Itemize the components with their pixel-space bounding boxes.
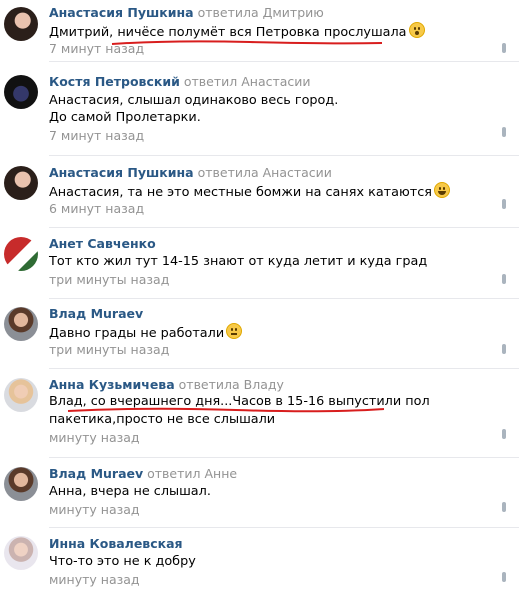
divider	[49, 298, 519, 299]
comment-author[interactable]: Анастасия Пушкина	[49, 165, 194, 180]
comment: Инна Ковалевская Что-то это не к добру м…	[0, 532, 519, 594]
reply-to[interactable]: ответил Анне	[147, 466, 237, 481]
comment-date[interactable]: 6 минут назад	[49, 201, 144, 217]
comment-date[interactable]: минуту назад	[49, 430, 140, 446]
avatar[interactable]	[4, 166, 38, 200]
comment-author[interactable]: Костя Петровский	[49, 74, 180, 89]
comment: Влад Muraev Давно грады не работали три …	[0, 302, 519, 369]
reply-to[interactable]: ответила Анастасии	[198, 165, 332, 180]
avatar[interactable]	[4, 467, 38, 501]
avatar[interactable]	[4, 378, 38, 412]
red-underline-annotation	[67, 407, 385, 413]
laughing-emoji-icon	[433, 182, 450, 198]
comment-date[interactable]: три минуты назад	[49, 272, 169, 288]
divider	[49, 155, 519, 156]
reply-to[interactable]: ответила Дмитрию	[198, 5, 324, 20]
avatar[interactable]	[4, 75, 38, 109]
comment-author[interactable]: Инна Ковалевская	[49, 536, 183, 551]
comment-text: Давно грады не работали	[49, 323, 511, 343]
divider	[49, 227, 519, 228]
reply-to[interactable]: ответила Владу	[179, 377, 284, 392]
avatar[interactable]	[4, 536, 38, 570]
comment-date[interactable]: минуту назад	[49, 502, 140, 518]
comment-author[interactable]: Влад Muraev	[49, 466, 143, 481]
avatar[interactable]	[4, 7, 38, 41]
rolling-eyes-emoji-icon	[226, 323, 243, 339]
comment-author[interactable]: Влад Muraev	[49, 306, 143, 321]
comment: Анастасия Пушкина ответила Дмитрию Дмитр…	[0, 0, 519, 62]
divider	[49, 527, 519, 528]
comment-date[interactable]: 7 минут назад	[49, 128, 144, 144]
comment-text: Анастасия, слышал одинаково весь город.	[49, 93, 339, 108]
comment: Влад Muraev ответил Анне Анна, вчера не …	[0, 462, 519, 528]
avatar[interactable]	[4, 237, 38, 271]
surprised-emoji-icon	[408, 22, 425, 38]
comment-author[interactable]: Анна Кузьмичева	[49, 377, 175, 392]
comment-text: До самой Пролетарки.	[49, 110, 201, 125]
comment-text: Анна, вчера не слышал.	[49, 484, 211, 499]
divider	[49, 368, 519, 369]
comment: Анет Савченко Тот кто жил тут 14-15 знаю…	[0, 232, 519, 299]
reply-to[interactable]: ответил Анастасии	[184, 74, 311, 89]
divider	[49, 457, 519, 458]
red-underline-annotation	[111, 40, 383, 45]
comment-date[interactable]: три минуты назад	[49, 342, 169, 358]
divider	[49, 61, 519, 62]
comment-author[interactable]: Анет Савченко	[49, 236, 156, 251]
comment-text: Тот кто жил тут 14-15 знают от куда лети…	[49, 254, 428, 269]
comment: Анастасия Пушкина ответила Анастасии Ана…	[0, 160, 519, 228]
comment-date[interactable]: минуту назад	[49, 572, 140, 588]
comment: Костя Петровский ответил Анастасии Анаст…	[0, 69, 519, 156]
comment-text: Что-то это не к добру	[49, 554, 196, 569]
comment-text: Анастасия, та не это местные бомжи на са…	[49, 182, 511, 202]
comment-author[interactable]: Анастасия Пушкина	[49, 5, 194, 20]
avatar[interactable]	[4, 307, 38, 341]
